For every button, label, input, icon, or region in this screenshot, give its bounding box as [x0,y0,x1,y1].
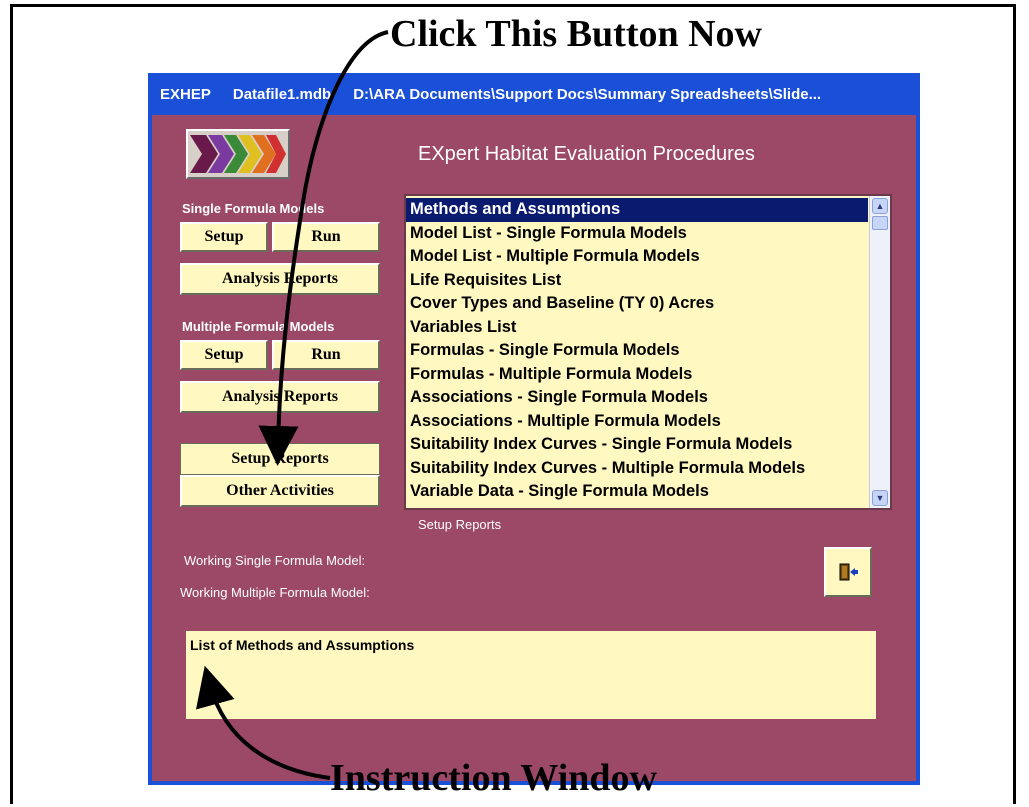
title-file: Datafile1.mdb [232,85,332,103]
list-item[interactable]: Model List - Multiple Formula Models [406,245,868,269]
multiple-formula-label: Multiple Formula Models [182,319,335,334]
list-item[interactable]: Model List - Single Formula Models [406,222,868,246]
setup-reports-button[interactable]: Setup Reports [180,443,380,475]
callout-click-button: Click This Button Now [390,13,763,55]
list-item[interactable]: Variables List [406,316,868,340]
scroll-up-icon[interactable]: ▲ [872,198,888,214]
title-path: D:\ARA Documents\Support Docs\Summary Sp… [353,85,822,103]
other-activities-button[interactable]: Other Activities [180,475,380,507]
list-item[interactable]: Formulas - Multiple Formula Models [406,363,868,387]
working-multiple-label: Working Multiple Formula Model: [180,585,370,600]
exit-door-icon [839,563,858,581]
single-run-button[interactable]: Run [272,222,380,252]
working-single-label: Working Single Formula Model: [184,553,366,568]
single-setup-button[interactable]: Setup [180,222,268,252]
exhep-window: EXHEP Datafile1.mdb D:\ARA Documents\Sup… [148,73,920,785]
list-item[interactable]: Life Requisites List [406,269,868,293]
list-item[interactable]: Suitability Index Curves - Single Formul… [406,433,868,457]
report-listbox[interactable]: Methods and Assumptions Model List - Sing… [404,194,892,510]
single-analysis-reports-button[interactable]: Analysis Reports [180,263,380,295]
title-app: EXHEP [160,85,211,103]
multiple-run-button[interactable]: Run [272,340,380,370]
list-item[interactable]: Cover Types and Baseline (TY 0) Acres [406,292,868,316]
scroll-thumb[interactable] [872,216,888,230]
title-bar: EXHEP Datafile1.mdb D:\ARA Documents\Sup… [152,73,916,115]
chevron-logo-icon [186,129,290,179]
single-formula-label: Single Formula Models [182,201,325,216]
multiple-setup-button[interactable]: Setup [180,340,268,370]
list-item[interactable]: Methods and Assumptions [406,198,868,222]
multiple-analysis-reports-button[interactable]: Analysis Reports [180,381,380,413]
callout-instruction-window: Instruction Window [330,757,657,799]
list-caption: Setup Reports [418,517,502,532]
list-scrollbar[interactable]: ▲ ▼ [869,196,890,508]
list-item[interactable]: Variable Data - Single Formula Models [406,480,868,504]
app-title: EXpert Habitat Evaluation Procedures [418,143,755,165]
main-form: EXpert Habitat Evaluation Procedures Sin… [152,115,916,781]
exit-button[interactable] [824,547,872,597]
list-item[interactable]: Formulas - Single Formula Models [406,339,868,363]
list-item[interactable]: Suitability Index Curves - Multiple Form… [406,457,868,481]
instruction-window: List of Methods and Assumptions [186,631,876,719]
report-list: Methods and Assumptions Model List - Sing… [406,198,868,504]
list-item[interactable]: Associations - Single Formula Models [406,386,868,410]
scroll-down-icon[interactable]: ▼ [872,490,888,506]
list-item[interactable]: Associations - Multiple Formula Models [406,410,868,434]
